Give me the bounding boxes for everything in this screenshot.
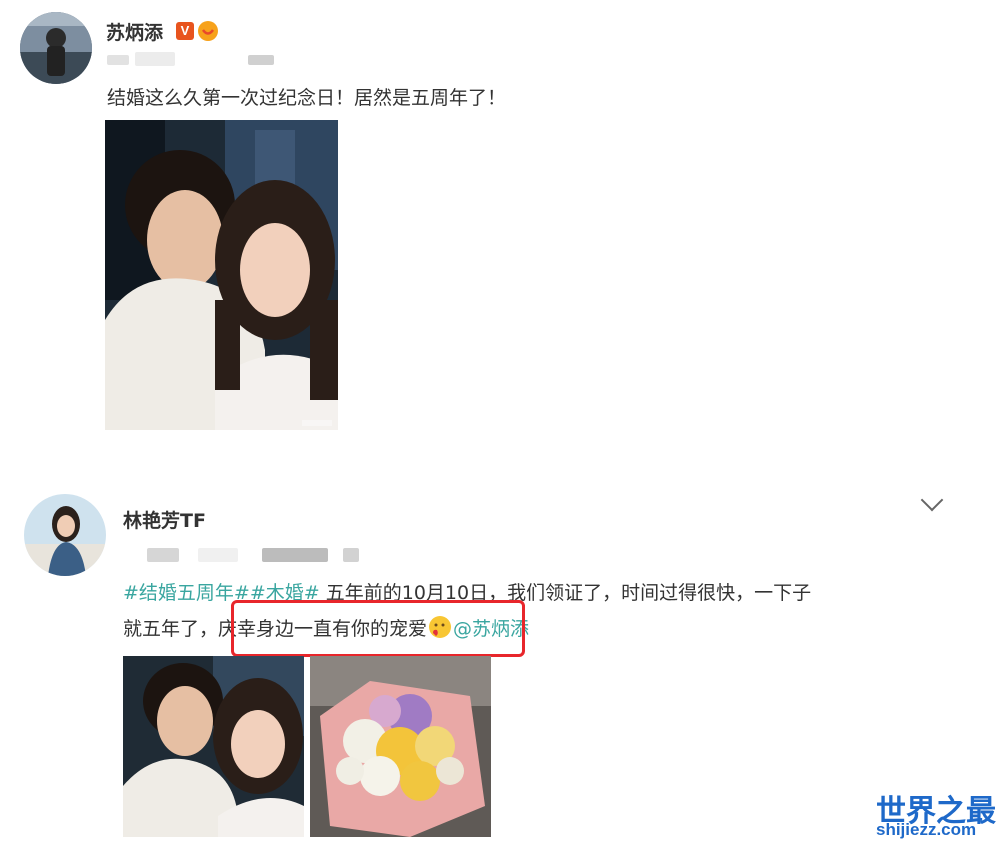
verified-v-icon: V: [176, 22, 194, 40]
hashtag-link[interactable]: #结婚五周年#: [123, 582, 250, 604]
post1-photo[interactable]: [105, 120, 338, 430]
post1-meta-blurred: [135, 52, 175, 66]
post2-author-name[interactable]: 林艳芳TF: [123, 506, 206, 533]
site-watermark-url: shijiezz.com: [876, 820, 977, 839]
post1-author-name[interactable]: 苏炳添: [106, 18, 163, 45]
couple-photo-image: [123, 656, 304, 837]
post2-meta-blurred: [147, 548, 179, 562]
vip-badge-icon: [198, 21, 218, 41]
flower-bouquet-image: [310, 656, 491, 837]
highlight-box: [231, 600, 525, 657]
post1-meta-blurred: [248, 55, 274, 65]
chevron-down-icon[interactable]: [920, 488, 944, 512]
post2-meta-blurred: [262, 548, 328, 562]
post1-text: 结婚这么久第一次过纪念日！居然是五周年了！: [107, 87, 507, 109]
avatar-image: [20, 12, 92, 84]
avatar-image: [24, 494, 106, 576]
post1-avatar[interactable]: [20, 12, 92, 84]
post2-meta-blurred: [343, 548, 359, 562]
post1-meta-blurred: [107, 55, 129, 65]
post2-photo-1[interactable]: [123, 656, 304, 837]
couple-photo-image: [105, 120, 338, 430]
post2-photo-2[interactable]: [310, 656, 491, 837]
post2-meta-blurred: [198, 548, 238, 562]
post2-text-part: 就五年了，: [123, 618, 219, 640]
photo-watermark: [302, 420, 332, 426]
post2-avatar[interactable]: [24, 494, 106, 576]
